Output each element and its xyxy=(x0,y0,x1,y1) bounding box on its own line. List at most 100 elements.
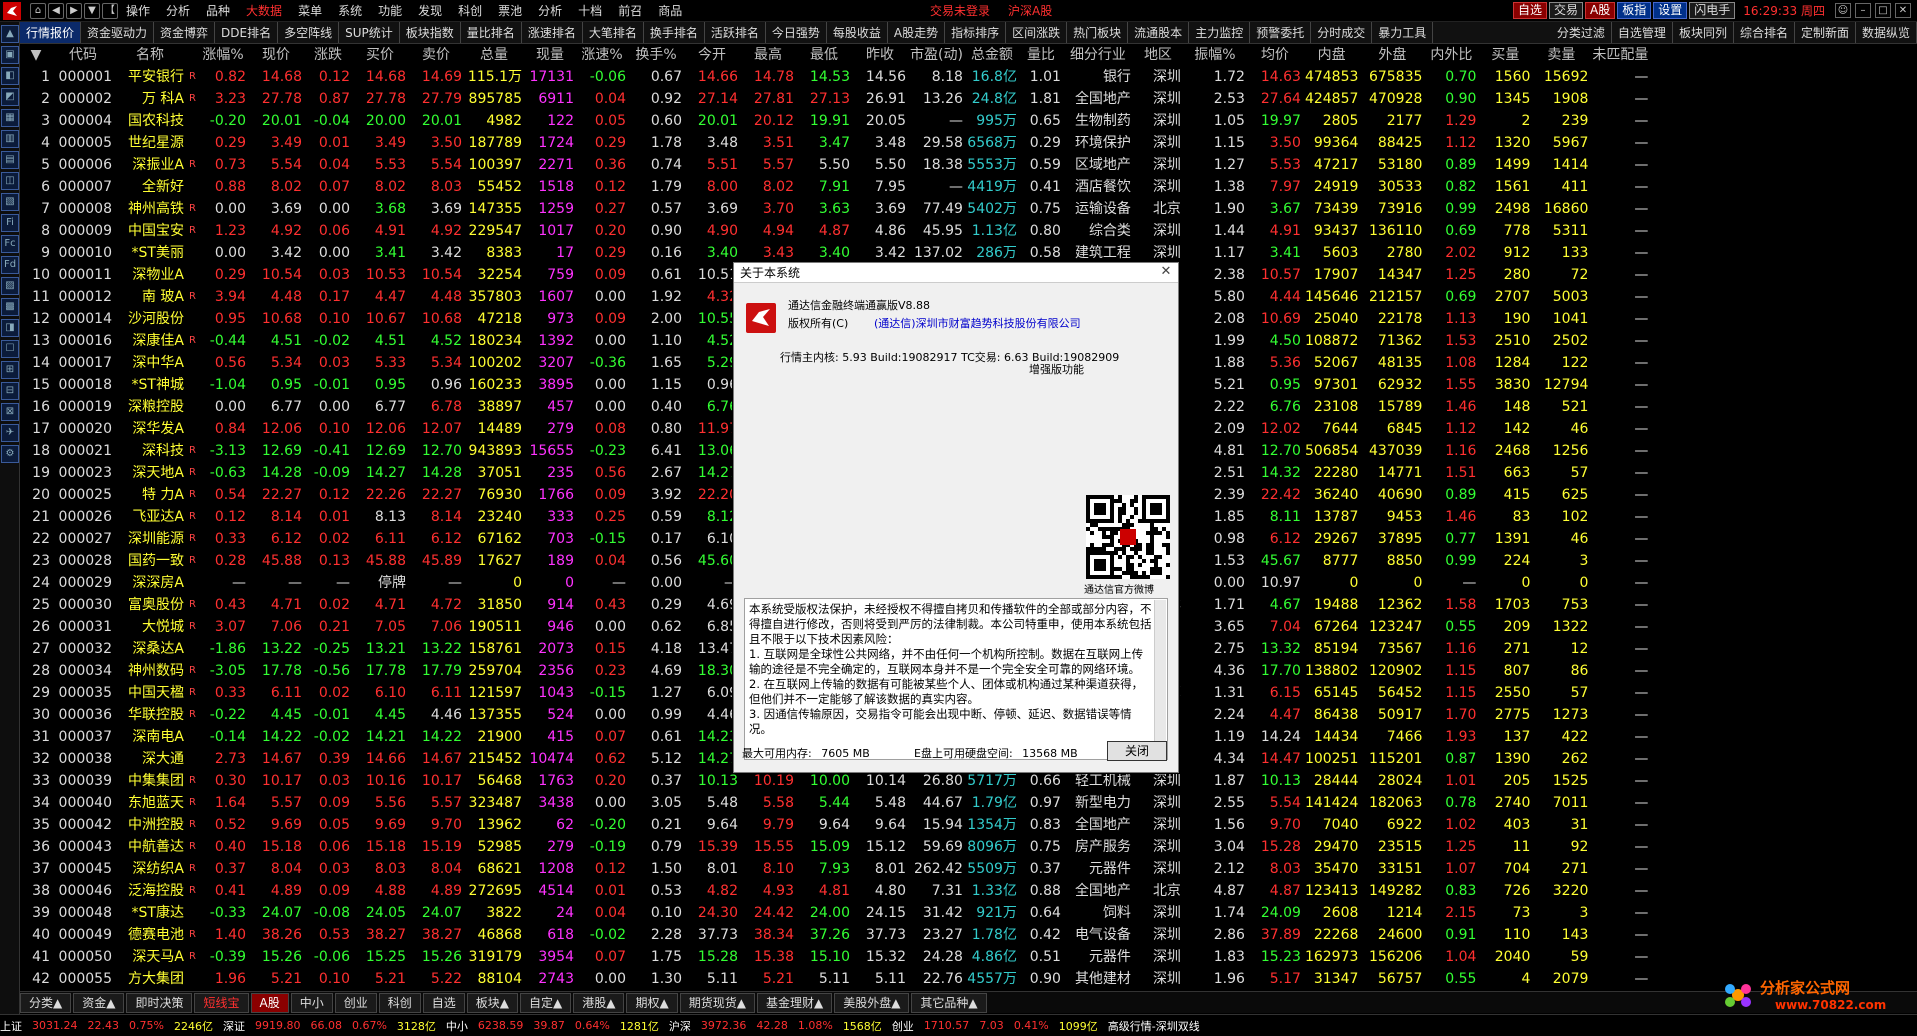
tab-9[interactable]: 大笔排名 xyxy=(583,22,644,43)
tab-18[interactable]: 流通股本 xyxy=(1128,22,1190,43)
maximize-icon[interactable]: □ xyxy=(1875,3,1891,18)
bottom-tab-2[interactable]: 即时决策 xyxy=(126,992,193,1013)
tab-8[interactable]: 涨速排名 xyxy=(522,22,583,43)
menu-item[interactable]: 功能 xyxy=(370,0,410,22)
home-icon[interactable]: ⌂ xyxy=(30,2,46,19)
table-row[interactable]: 33 000039 中集集团 R 0.30 10.17 0.03 10.16 10.17 5646… xyxy=(20,770,1650,792)
column-header[interactable]: ▼ xyxy=(20,44,52,66)
table-row[interactable]: 9 000010 *ST美丽 0.00 3.42 0.00 3.41 3.42 8383 17 0.… xyxy=(20,242,1650,264)
table-row[interactable]: 7 000008 神州高铁 R 0.00 3.69 0.00 3.68 3.69 147355 12… xyxy=(20,198,1650,220)
tab-right-3[interactable]: 综合排名 xyxy=(1734,22,1795,43)
table-row[interactable]: 1 000001 平安银行 R 0.82 14.68 0.12 14.68 14.69 115.1… xyxy=(20,66,1650,88)
left-tool-icon[interactable]: ⊞ xyxy=(1,361,19,379)
left-tool-icon[interactable]: ▩ xyxy=(1,298,19,316)
left-tool-icon[interactable]: ⚙ xyxy=(1,445,19,463)
tab-13[interactable]: 每股收益 xyxy=(827,22,888,43)
menu-item[interactable]: 大数据 xyxy=(238,0,290,22)
settings-button[interactable]: 设置 xyxy=(1653,2,1688,19)
column-header[interactable]: 买价 xyxy=(352,44,408,66)
column-header[interactable]: 最低 xyxy=(796,44,852,66)
column-header[interactable]: 今开 xyxy=(684,44,740,66)
left-tool-icon[interactable]: ▣ xyxy=(1,46,19,64)
lock-icon[interactable]: 【 xyxy=(102,2,118,19)
bottom-tab-0[interactable]: 分类▲ xyxy=(20,992,72,1013)
tab-1[interactable]: 资金驱动力 xyxy=(81,22,155,43)
license-text-box[interactable]: 本系统受版权法保护，未经授权不得擅自拷贝和传播软件的全部或部分内容，不得擅自进行… xyxy=(744,598,1168,760)
menu-item[interactable]: 系统 xyxy=(330,0,370,22)
copyright-holder-link[interactable]: (通达信)深圳市财富趋势科技股份有限公司 xyxy=(874,315,1081,331)
menu-item[interactable]: 分析 xyxy=(530,0,570,22)
bottom-tab-11[interactable]: 港股▲ xyxy=(573,992,625,1013)
column-header[interactable]: 外盘 xyxy=(1360,44,1424,66)
column-header[interactable]: 最高 xyxy=(740,44,796,66)
column-header[interactable]: 卖量 xyxy=(1532,44,1590,66)
column-header[interactable]: 内外比 xyxy=(1424,44,1478,66)
column-header[interactable]: 代码 xyxy=(52,44,114,66)
left-tool-icon[interactable]: ⊠ xyxy=(1,403,19,421)
bottom-tab-10[interactable]: 自定▲ xyxy=(520,992,572,1013)
column-header[interactable]: 地区 xyxy=(1133,44,1183,66)
table-row[interactable]: 38 000046 泛海控股 R 0.41 4.89 0.09 4.88 4.89 272695 4… xyxy=(20,880,1650,902)
tab-17[interactable]: 热门板块 xyxy=(1067,22,1129,43)
left-tool-icon[interactable]: ▥ xyxy=(1,130,19,148)
left-tool-icon[interactable]: ◧ xyxy=(1,67,19,85)
bottom-tab-7[interactable]: 科创 xyxy=(378,992,421,1013)
column-header[interactable]: 现价 xyxy=(248,44,304,66)
left-tool-icon[interactable]: ◫ xyxy=(1,172,19,190)
tab-3[interactable]: DDE排名 xyxy=(215,22,279,43)
bottom-tab-3[interactable]: 短线宝 xyxy=(194,992,249,1013)
column-header[interactable]: 买量 xyxy=(1478,44,1532,66)
tab-16[interactable]: 区间涨跌 xyxy=(1006,22,1068,43)
left-tool-icon[interactable]: ☐ xyxy=(1,340,19,358)
left-tool-icon[interactable]: ◨ xyxy=(1,319,19,337)
watchlist-button[interactable]: 自选 xyxy=(1512,2,1547,19)
left-tool-icon[interactable]: Fd xyxy=(1,256,19,274)
table-row[interactable]: 41 000050 深天马A R -0.39 15.26 -0.06 15.25 15.26 31… xyxy=(20,946,1650,968)
table-row[interactable]: 36 000043 中航善达 R 0.40 15.18 0.06 15.18 15.19 5298… xyxy=(20,836,1650,858)
trade-login-status[interactable]: 交易未登录 xyxy=(930,0,990,22)
left-tool-icon[interactable]: ▧ xyxy=(1,193,19,211)
left-tool-icon[interactable]: Fi xyxy=(1,214,19,232)
table-row[interactable]: 6 000007 全新好 0.88 8.02 0.07 8.02 8.03 55452 1518 0… xyxy=(20,176,1650,198)
market-label[interactable]: 沪深A股 xyxy=(1008,0,1052,22)
table-row[interactable]: 4 000005 世纪星源 0.29 3.49 0.01 3.49 3.50 187789 172… xyxy=(20,132,1650,154)
tab-5[interactable]: SUP统计 xyxy=(339,22,400,43)
tab-12[interactable]: 今日强势 xyxy=(766,22,827,43)
tab-11[interactable]: 活跃排名 xyxy=(705,22,766,43)
board-index-button[interactable]: 板指 xyxy=(1617,2,1652,19)
menu-item[interactable]: 操作 xyxy=(118,0,158,22)
tab-right-1[interactable]: 自选管理 xyxy=(1612,22,1673,43)
left-tool-icon[interactable]: ◩ xyxy=(1,88,19,106)
tab-22[interactable]: 暴力工具 xyxy=(1372,22,1434,43)
a-share-button[interactable]: A股 xyxy=(1585,2,1616,19)
menu-item[interactable]: 十档 xyxy=(570,0,610,22)
flash-trade-button[interactable]: 闪电手 xyxy=(1689,2,1736,19)
table-row[interactable]: 34 000040 东旭蓝天 R 1.64 5.57 0.09 5.56 5.57 323487 3… xyxy=(20,792,1650,814)
left-tool-icon[interactable]: ▨ xyxy=(1,277,19,295)
left-tool-icon[interactable]: ▲ xyxy=(1,25,19,43)
tab-21[interactable]: 分时成交 xyxy=(1311,22,1373,43)
tab-15[interactable]: 指标排序 xyxy=(945,22,1007,43)
left-tool-icon[interactable]: Fc xyxy=(1,235,19,253)
table-row[interactable]: 8 000009 中国宝安 R 1.23 4.92 0.06 4.91 4.92 229547 10… xyxy=(20,220,1650,242)
tab-7[interactable]: 量比排名 xyxy=(461,22,522,43)
user-icon[interactable]: ☺ xyxy=(1835,3,1851,18)
column-header[interactable]: 换手% xyxy=(628,44,684,66)
tab-right-5[interactable]: 数据纵览 xyxy=(1856,22,1917,43)
menu-item[interactable]: 品种 xyxy=(198,0,238,22)
column-header[interactable]: 现量 xyxy=(524,44,576,66)
table-row[interactable]: 35 000042 中洲控股 R 0.52 9.69 0.05 9.69 9.70 13962 62… xyxy=(20,814,1650,836)
menu-item[interactable]: 发现 xyxy=(410,0,450,22)
column-header[interactable]: 涨速% xyxy=(576,44,628,66)
close-button[interactable]: 关闭 xyxy=(1107,741,1167,761)
column-header[interactable]: 涨幅% xyxy=(198,44,248,66)
tab-10[interactable]: 换手排名 xyxy=(644,22,705,43)
column-header[interactable]: 卖价 xyxy=(408,44,464,66)
tab-20[interactable]: 预警委托 xyxy=(1250,22,1312,43)
table-row[interactable]: 2 000002 万 科A R 3.23 27.78 0.87 27.78 27.79 89578… xyxy=(20,88,1650,110)
column-header[interactable]: 总金额 xyxy=(965,44,1019,66)
column-header[interactable] xyxy=(186,44,198,66)
tab-right-2[interactable]: 板块同列 xyxy=(1673,22,1734,43)
back-icon[interactable]: ◀ xyxy=(48,2,64,19)
bottom-tab-9[interactable]: 板块▲ xyxy=(466,992,519,1013)
